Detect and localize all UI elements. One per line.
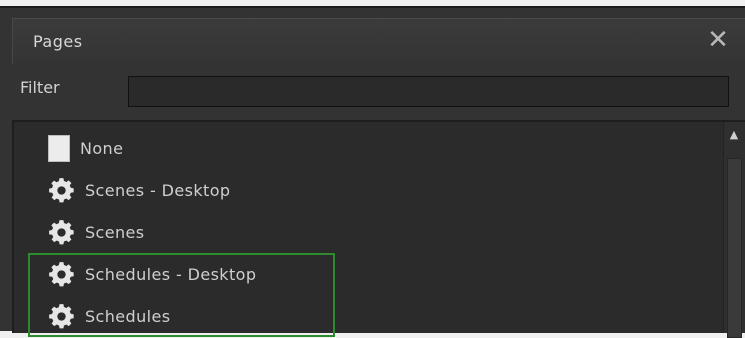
- list-item-label: Scenes - Desktop: [85, 180, 231, 200]
- filter-label: Filter: [20, 78, 60, 97]
- gear-icon: [49, 303, 74, 328]
- list-item-scenes-desktop[interactable]: Scenes - Desktop: [48, 174, 648, 206]
- scroll-up-icon[interactable]: ▲: [726, 128, 742, 142]
- gear-icon: [49, 219, 74, 244]
- list-item-label: None: [80, 138, 124, 158]
- list-item-none[interactable]: None: [48, 132, 648, 164]
- pages-list: None Scenes - Desktop Scenes Schedules -…: [12, 120, 745, 338]
- gear-icon: [49, 177, 74, 202]
- list-item-scenes[interactable]: Scenes: [48, 216, 648, 248]
- gear-icon: [49, 261, 74, 286]
- vertical-scrollbar[interactable]: ▲: [723, 122, 745, 338]
- page-icon: [48, 134, 70, 162]
- filter-input[interactable]: [128, 76, 729, 107]
- close-icon[interactable]: ✕: [703, 25, 733, 55]
- list-item-schedules-desktop[interactable]: Schedules - Desktop: [48, 258, 648, 290]
- list-item-label: Scenes: [85, 222, 145, 242]
- list-item-label: Schedules: [85, 306, 171, 326]
- scrollbar-thumb[interactable]: [727, 158, 742, 338]
- dialog-title: Pages: [33, 32, 83, 51]
- list-item-schedules[interactable]: Schedules: [48, 300, 648, 332]
- pages-dialog: Pages ✕ Filter None Scenes - Desktop Sce…: [0, 6, 745, 338]
- filter-row: Filter: [0, 68, 745, 120]
- dialog-titlebar: Pages ✕: [12, 18, 745, 64]
- list-item-label: Schedules - Desktop: [85, 264, 257, 284]
